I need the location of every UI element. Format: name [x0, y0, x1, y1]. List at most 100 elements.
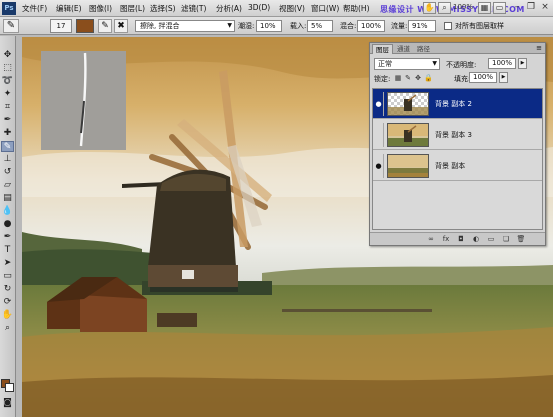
mix-label: 混合:	[340, 22, 357, 30]
link-layers-icon[interactable]: ∞	[426, 235, 436, 244]
eye-hidden-icon[interactable]	[374, 123, 384, 147]
flow-field[interactable]: 91%	[408, 20, 436, 32]
path-select-tool-icon[interactable]: ➤	[1, 258, 14, 269]
quick-select-tool-icon[interactable]: ✦	[1, 89, 14, 100]
menu-view[interactable]: 视图(V)	[279, 3, 305, 14]
clean-brush-icon[interactable]: ✖	[114, 19, 128, 33]
marquee-tool-icon[interactable]: ⬚	[1, 63, 14, 74]
close-icon[interactable]: ×	[539, 2, 551, 14]
options-bar: ✎ 17 ✎ ✖ 擦除, 拌混合 ▼ 潮湿: 10% 载入: 5% 混合: 10…	[0, 17, 553, 35]
dodge-tool-icon[interactable]: ●	[1, 219, 14, 230]
screen-mode-icon[interactable]: ▭	[493, 2, 506, 14]
menu-analysis[interactable]: 分析(A)	[216, 3, 242, 14]
thumb-art	[388, 155, 428, 177]
type-tool-icon[interactable]: T	[1, 245, 14, 256]
chevron-down-icon: ▼	[432, 60, 437, 67]
fill-field[interactable]: 100%	[469, 72, 497, 83]
fill-label: 填充:	[454, 75, 471, 83]
menu-3d[interactable]: 3D(D)	[248, 3, 270, 12]
3d-rotate-tool-icon[interactable]: ↻	[1, 284, 14, 295]
lock-pixels-icon[interactable]: ✎	[404, 74, 412, 82]
tab-layers[interactable]: 图层	[372, 44, 393, 54]
current-load-swatch[interactable]	[76, 19, 94, 33]
layer-name[interactable]: 背景 副本 3	[435, 130, 472, 140]
lasso-tool-icon[interactable]: ➰	[1, 76, 14, 87]
menu-file[interactable]: 文件(F)	[22, 3, 47, 14]
blend-mode-select[interactable]: 正常 ▼	[374, 58, 440, 70]
brush-size-picker[interactable]: 17	[50, 19, 72, 33]
clone-stamp-tool-icon[interactable]: ⊥	[1, 154, 14, 165]
eraser-tool-icon[interactable]: ▱	[1, 180, 14, 191]
load-brush-icon[interactable]: ✎	[98, 19, 112, 33]
thumb-art	[388, 94, 428, 115]
zoom-tool-icon[interactable]: ⌕	[1, 323, 14, 334]
blend-mode-value: 正常	[378, 60, 392, 68]
eye-icon[interactable]: ●	[374, 92, 384, 116]
layer-thumbnail	[387, 92, 429, 116]
toolbox: ✥ ⬚ ➰ ✦ ⌗ ✒ ✚ ✎ ⊥ ↺ ▱ ▤ 💧 ● ✒ T ➤ ▭ ↻ ⟳ …	[0, 36, 16, 417]
load-field[interactable]: 5%	[307, 20, 333, 32]
layers-panel-footer: ∞ fx ◘ ◐ ▭ ❏ 🗑	[370, 232, 545, 245]
menu-select[interactable]: 选择(S)	[150, 3, 176, 14]
eyedropper-tool-icon[interactable]: ✒	[1, 115, 14, 126]
layer-row[interactable]: ● 背景 副本 2	[373, 89, 542, 119]
brush-tool-icon[interactable]: ✎	[1, 141, 14, 152]
load-label: 载入:	[290, 22, 307, 30]
gradient-tool-icon[interactable]: ▤	[1, 193, 14, 204]
layer-name[interactable]: 背景 副本	[435, 161, 465, 171]
layer-style-icon[interactable]: fx	[441, 235, 451, 244]
lock-all-icon[interactable]: 🔒	[424, 74, 433, 82]
blur-tool-icon[interactable]: 💧	[1, 206, 14, 217]
3d-orbit-tool-icon[interactable]: ⟳	[1, 297, 14, 308]
hand-tool-icon[interactable]: ✋	[1, 310, 14, 321]
mix-field[interactable]: 100%	[357, 20, 385, 32]
new-group-icon[interactable]: ▭	[486, 235, 496, 244]
layers-list: ● 背景 副本 2 背景 副本 3 ● 背景 副本	[372, 88, 543, 230]
zoom-tool-icon[interactable]: ⌕	[438, 2, 451, 14]
delete-layer-icon[interactable]: 🗑	[516, 235, 526, 244]
opacity-arrow-icon[interactable]: ▶	[518, 58, 527, 69]
menu-window[interactable]: 窗口(W)	[311, 3, 339, 14]
menu-edit[interactable]: 编辑(E)	[56, 3, 82, 14]
menu-bar: Ps 文件(F) 编辑(E) 图像(I) 图层(L) 选择(S) 滤镜(T) 分…	[0, 0, 553, 17]
minimize-icon[interactable]: –	[511, 2, 523, 14]
restore-icon[interactable]: ❐	[525, 2, 537, 14]
brush-stroke-preview	[79, 52, 87, 147]
layer-name[interactable]: 背景 副本 2	[435, 99, 472, 109]
tab-paths[interactable]: 路径	[414, 44, 433, 54]
opacity-label: 不透明度:	[446, 61, 477, 69]
mixer-brush-tool-icon[interactable]: ✎	[3, 19, 19, 33]
lock-transparency-icon[interactable]: ▦	[394, 74, 402, 82]
history-brush-tool-icon[interactable]: ↺	[1, 167, 14, 178]
new-layer-icon[interactable]: ❏	[501, 235, 511, 244]
opacity-field[interactable]: 100%	[488, 58, 516, 69]
zoom-level[interactable]: 100%	[453, 3, 473, 11]
blend-preset-select[interactable]: 擦除, 拌混合 ▼	[135, 20, 235, 32]
tab-channels[interactable]: 通道	[394, 44, 413, 54]
arrange-documents-icon[interactable]: ▦	[478, 2, 491, 14]
menu-help[interactable]: 帮助(H)	[343, 3, 370, 14]
layer-row[interactable]: ● 背景 副本	[373, 151, 542, 181]
panel-menu-icon[interactable]: ≡	[536, 44, 542, 52]
add-mask-icon[interactable]: ◘	[456, 235, 466, 244]
lock-label: 锁定:	[374, 75, 391, 83]
move-tool-icon[interactable]: ✥	[1, 50, 14, 61]
shape-tool-icon[interactable]: ▭	[1, 271, 14, 282]
background-color-swatch[interactable]	[5, 383, 14, 392]
adjustment-layer-icon[interactable]: ◐	[471, 235, 481, 244]
crop-tool-icon[interactable]: ⌗	[1, 102, 14, 113]
panel-tab-bar: 图层 通道 路径 ≡	[370, 43, 545, 54]
healing-tool-icon[interactable]: ✚	[1, 128, 14, 139]
menu-image[interactable]: 图像(I)	[89, 3, 112, 14]
fill-arrow-icon[interactable]: ▶	[499, 72, 508, 83]
pen-tool-icon[interactable]: ✒	[1, 232, 14, 243]
sample-all-layers-checkbox[interactable]	[444, 22, 452, 30]
menu-layer[interactable]: 图层(L)	[120, 3, 145, 14]
menu-filter[interactable]: 滤镜(T)	[181, 3, 206, 14]
wet-field[interactable]: 10%	[256, 20, 282, 32]
quick-mask-icon[interactable]: ◙	[1, 398, 14, 409]
lock-position-icon[interactable]: ✥	[414, 74, 422, 82]
eye-icon[interactable]: ●	[374, 154, 384, 178]
layer-row[interactable]: 背景 副本 3	[373, 120, 542, 150]
hand-tool-icon[interactable]: ✋	[423, 2, 436, 14]
